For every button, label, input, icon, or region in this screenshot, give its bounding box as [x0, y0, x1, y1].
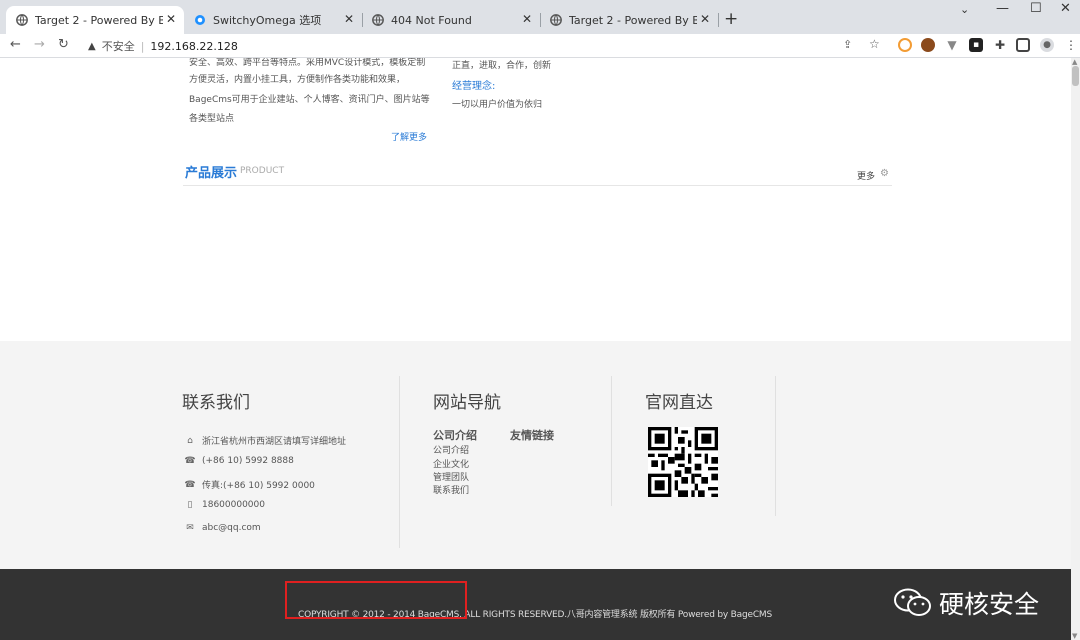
- brand-text: 硬核安全: [939, 590, 1040, 619]
- tab-title: Target 2 - Powered By BageCMS: [569, 13, 697, 27]
- forward-arrow-icon[interactable]: →: [34, 37, 45, 52]
- contact-address: ⌂ 浙江省杭州市西湖区请填写详细地址: [184, 434, 347, 448]
- nav-link[interactable]: 联系我们: [433, 483, 469, 496]
- browser-toolbar: ← → ↻ ▲ 不安全 | 192.168.22.128 ⇪ ☆ ▼ ▪ ✚ ●…: [0, 34, 1080, 58]
- new-tab-plus-icon[interactable]: +: [724, 9, 738, 29]
- back-arrow-icon[interactable]: ←: [10, 37, 21, 52]
- share-icon[interactable]: ⇪: [843, 38, 852, 51]
- philosophy-title: 经营理念:: [452, 81, 496, 92]
- nav-col2-title[interactable]: 友情链接: [510, 427, 554, 443]
- nav-link[interactable]: 公司介绍: [433, 443, 469, 456]
- nav-col1-title[interactable]: 公司介绍: [433, 427, 477, 443]
- extension-circle-icon[interactable]: [898, 38, 912, 52]
- footer-divider: [775, 376, 776, 516]
- menu-icon[interactable]: ⋮: [1064, 38, 1078, 52]
- address-text: 浙江省杭州市西湖区请填写详细地址: [202, 437, 347, 447]
- close-window-icon[interactable]: ✕: [1060, 1, 1071, 16]
- contact-title: 联系我们: [182, 393, 250, 413]
- minimize-icon[interactable]: —: [996, 1, 1009, 16]
- nav-link[interactable]: 管理团队: [433, 470, 469, 483]
- tab-strip: Target 2 - Powered By BageCMS ✕ SwitchyO…: [0, 0, 1080, 34]
- globe-icon: [16, 14, 28, 26]
- globe-icon: [372, 14, 384, 26]
- philosophy-text: 一切以用户价值为依归: [452, 100, 543, 110]
- switchyomega-icon: [195, 15, 205, 25]
- maximize-icon[interactable]: ☐: [1030, 1, 1042, 16]
- footer-divider: [399, 376, 400, 548]
- qr-code-icon[interactable]: [648, 427, 718, 497]
- about-line: 安全、高效、跨平台等特点。采用MVC设计模式，模板定制: [189, 58, 426, 68]
- tab-title: SwitchyOmega 选项: [213, 14, 322, 27]
- wechat-brand-watermark: 硬核安全: [893, 585, 1039, 621]
- omnibox-divider: |: [140, 39, 145, 53]
- scroll-up-arrow-icon[interactable]: ▲: [1072, 58, 1077, 66]
- scroll-down-arrow-icon[interactable]: ▼: [1072, 632, 1077, 640]
- tab-target2-active[interactable]: Target 2 - Powered By BageCMS ✕: [6, 6, 184, 34]
- bookmark-star-icon[interactable]: ☆: [869, 37, 880, 51]
- tab-title: Target 2 - Powered By BageCMS: [35, 13, 163, 27]
- address-bar[interactable]: ▲ 不安全 | 192.168.22.128 ⇪ ☆: [80, 35, 890, 57]
- footer-divider: [611, 376, 612, 506]
- phone-text: (+86 10) 5992 8888: [202, 456, 294, 466]
- cookie-extension-icon[interactable]: [921, 38, 935, 52]
- footer-info: 联系我们 ⌂ 浙江省杭州市西湖区请填写详细地址 ☎ (+86 10) 5992 …: [0, 341, 1071, 569]
- puzzle-icon[interactable]: ✚: [993, 38, 1007, 52]
- tab-search-chevron-down-icon[interactable]: ⌄: [960, 3, 969, 16]
- phone-icon: ☎: [184, 456, 196, 466]
- about-line: 方便灵活，内置小挂工具，方便制作各类功能和效果，: [189, 75, 406, 85]
- close-tab-icon[interactable]: ✕: [522, 12, 532, 26]
- wechat-icon: [894, 588, 931, 616]
- tab-separator: [718, 13, 719, 27]
- warning-triangle-icon: ▲: [88, 40, 96, 52]
- nav-link[interactable]: 企业文化: [433, 457, 469, 470]
- mobile-icon: ▯: [187, 500, 193, 510]
- products-divider: [183, 185, 892, 186]
- close-tab-icon[interactable]: ✕: [700, 12, 710, 26]
- site-nav-title: 网站导航: [433, 393, 501, 413]
- envelope-icon: ✉: [186, 523, 194, 533]
- contact-fax: ☎ 传真:(+86 10) 5992 0000: [184, 478, 315, 492]
- tab-title: 404 Not Found: [391, 13, 472, 27]
- url-text: 192.168.22.128: [150, 39, 238, 53]
- vertical-scrollbar[interactable]: ▲ ▼: [1071, 58, 1080, 640]
- globe-icon: [550, 14, 562, 26]
- mobile-text: 18600000000: [202, 500, 265, 510]
- tab-404[interactable]: 404 Not Found ✕: [362, 6, 540, 34]
- learn-more-link[interactable]: 了解更多: [391, 130, 427, 143]
- reload-icon[interactable]: ↻: [58, 37, 69, 52]
- page-viewport: 安全、高效、跨平台等特点。采用MVC设计模式，模板定制 方便灵活，内置小挂工具，…: [0, 58, 1071, 640]
- official-site-title: 官网直达: [645, 393, 713, 413]
- tab-target2[interactable]: Target 2 - Powered By BageCMS ✕: [540, 6, 718, 34]
- email-text: abc@qq.com: [202, 523, 261, 533]
- security-status: 不安全: [101, 40, 135, 53]
- highlight-box: [285, 581, 467, 619]
- tab-switchyomega[interactable]: SwitchyOmega 选项 ✕: [184, 6, 362, 34]
- contact-phone: ☎ (+86 10) 5992 8888: [184, 456, 294, 466]
- close-tab-icon[interactable]: ✕: [166, 12, 176, 26]
- vue-extension-icon[interactable]: ▼: [945, 38, 959, 52]
- fax-text: 传真:(+86 10) 5992 0000: [202, 481, 315, 491]
- about-line: BageCms可用于企业建站、个人博客、资讯门户、图片站等: [189, 95, 430, 105]
- close-tab-icon[interactable]: ✕: [344, 12, 354, 26]
- footer-copyright-bar: COPYRIGHT © 2012 - 2014 BageCMS. ALL RIG…: [0, 569, 1071, 640]
- about-line: 各类型站点: [189, 114, 235, 124]
- contact-mobile: ▯ 18600000000: [184, 500, 265, 510]
- contact-email: ✉ abc@qq.com: [184, 523, 261, 533]
- dark-extension-icon[interactable]: ▪: [969, 38, 983, 52]
- products-more-link[interactable]: 更多: [857, 169, 875, 182]
- fax-icon: ☎: [184, 479, 196, 490]
- gear-icon[interactable]: ⚙: [880, 168, 889, 179]
- scrollbar-thumb[interactable]: [1072, 66, 1079, 86]
- products-title: 产品展示: [185, 166, 238, 181]
- home-icon: ⌂: [187, 435, 193, 446]
- profile-icon[interactable]: ●: [1040, 38, 1054, 52]
- values-text: 正直，进取，合作，创新: [452, 61, 552, 71]
- sidebar-icon[interactable]: [1016, 38, 1030, 52]
- products-subtitle: PRODUCT: [240, 166, 285, 176]
